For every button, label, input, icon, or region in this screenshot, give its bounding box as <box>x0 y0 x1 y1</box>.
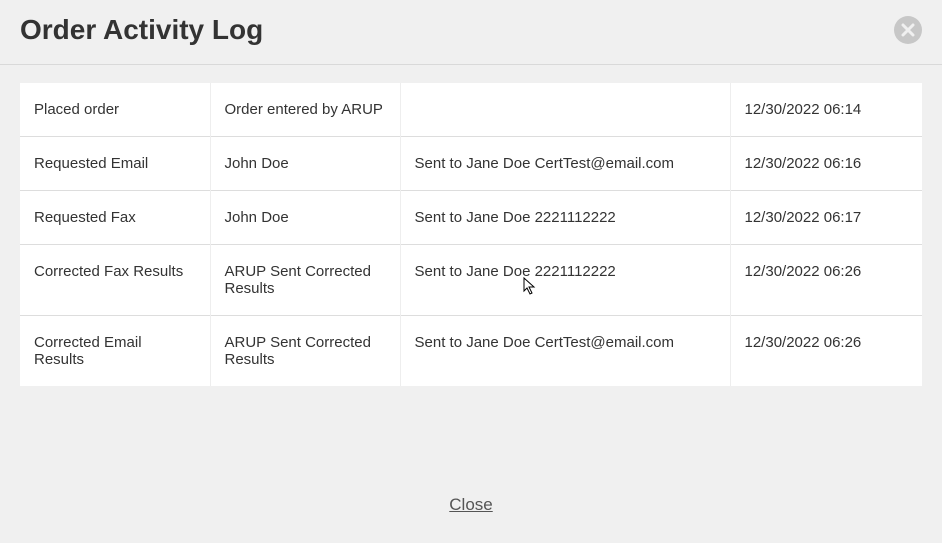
cell-by: Order entered by ARUP <box>210 83 400 137</box>
cell-time: 12/30/2022 06:26 <box>730 245 922 316</box>
cell-time: 12/30/2022 06:14 <box>730 83 922 137</box>
cell-action: Requested Email <box>20 137 210 191</box>
cell-detail: Sent to Jane Doe 2221112222 <box>400 191 730 245</box>
table-row: Corrected Email Results ARUP Sent Correc… <box>20 316 922 387</box>
cell-by: John Doe <box>210 137 400 191</box>
cell-action: Placed order <box>20 83 210 137</box>
table-row: Requested Fax John Doe Sent to Jane Doe … <box>20 191 922 245</box>
cell-time: 12/30/2022 06:16 <box>730 137 922 191</box>
table-row: Requested Email John Doe Sent to Jane Do… <box>20 137 922 191</box>
cell-by: ARUP Sent Corrected Results <box>210 245 400 316</box>
activity-table-wrap: Placed order Order entered by ARUP 12/30… <box>20 83 922 386</box>
table-row: Corrected Fax Results ARUP Sent Correcte… <box>20 245 922 316</box>
close-button[interactable]: Close <box>449 495 492 515</box>
cell-action: Corrected Email Results <box>20 316 210 387</box>
activity-table: Placed order Order entered by ARUP 12/30… <box>20 83 922 386</box>
modal-header: Order Activity Log <box>0 0 942 65</box>
cell-detail: Sent to Jane Doe 2221112222 <box>400 245 730 316</box>
cell-time: 12/30/2022 06:26 <box>730 316 922 387</box>
cell-action: Corrected Fax Results <box>20 245 210 316</box>
modal-title: Order Activity Log <box>20 14 263 46</box>
cell-detail: Sent to Jane Doe CertTest@email.com <box>400 137 730 191</box>
modal-footer: Close <box>0 469 942 543</box>
cell-action: Requested Fax <box>20 191 210 245</box>
cell-detail <box>400 83 730 137</box>
close-icon[interactable] <box>894 16 922 44</box>
activity-log-modal: Order Activity Log Placed order Order en… <box>0 0 942 543</box>
cell-by: ARUP Sent Corrected Results <box>210 316 400 387</box>
cell-by: John Doe <box>210 191 400 245</box>
table-row: Placed order Order entered by ARUP 12/30… <box>20 83 922 137</box>
cell-time: 12/30/2022 06:17 <box>730 191 922 245</box>
cell-detail: Sent to Jane Doe CertTest@email.com <box>400 316 730 387</box>
